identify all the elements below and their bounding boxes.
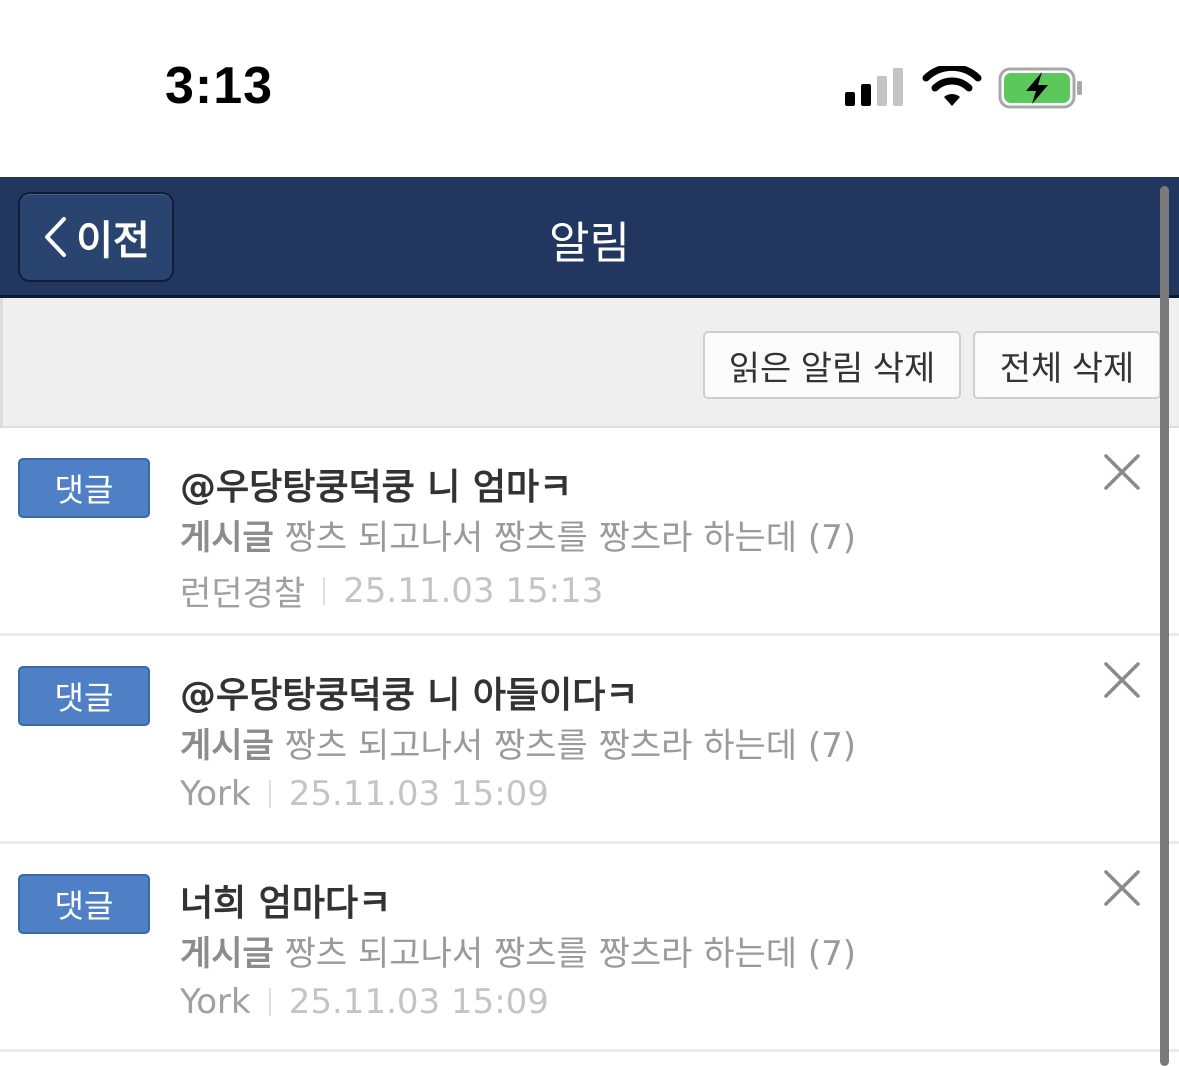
close-icon[interactable] — [1102, 868, 1142, 908]
author: York — [180, 982, 251, 1022]
notification-meta: York 25.11.03 15:09 — [180, 774, 549, 814]
close-icon[interactable] — [1102, 452, 1142, 492]
notification-list: 댓글 @우당탕쿵덕쿵 니 엄마ㅋ 게시글 짱츠 되고나서 짱츠를 짱츠라 하는데… — [0, 428, 1179, 1052]
close-icon[interactable] — [1102, 660, 1142, 700]
notification-item[interactable]: 댓글 @우당탕쿵덕쿵 니 엄마ㅋ 게시글 짱츠 되고나서 짱츠를 짱츠라 하는데… — [0, 428, 1179, 636]
signal-icon — [845, 68, 903, 106]
meta-divider — [323, 576, 326, 605]
action-bar: 읽은 알림 삭제 전체 삭제 — [0, 298, 1179, 428]
notification-title[interactable]: @우당탕쿵덕쿵 니 아들이다ㅋ — [180, 666, 639, 718]
battery-charging-icon — [998, 67, 1082, 109]
delete-read-button[interactable]: 읽은 알림 삭제 — [703, 331, 961, 399]
notification-post[interactable]: 게시글 짱츠 되고나서 짱츠를 짱츠라 하는데 (7) — [180, 510, 856, 559]
author: 런던경찰 — [180, 574, 306, 614]
notification-post[interactable]: 게시글 짱츠 되고나서 짱츠를 짱츠라 하는데 (7) — [180, 718, 856, 767]
type-badge: 댓글 — [18, 666, 150, 726]
post-label: 게시글 — [180, 726, 274, 766]
wifi-icon — [922, 66, 982, 106]
notification-item[interactable]: 댓글 너희 엄마다ㅋ 게시글 짱츠 되고나서 짱츠를 짱츠라 하는데 (7) Y… — [0, 844, 1179, 1052]
meta-divider — [268, 780, 271, 808]
notification-item[interactable]: 댓글 @우당탕쿵덕쿵 니 아들이다ㅋ 게시글 짱츠 되고나서 짱츠를 짱츠라 하… — [0, 636, 1179, 844]
post-title: 짱츠 되고나서 짱츠를 짱츠라 하는데 (7) — [284, 518, 857, 558]
timestamp: 25.11.03 15:09 — [288, 774, 549, 814]
notification-post[interactable]: 게시글 짱츠 되고나서 짱츠를 짱츠라 하는데 (7) — [180, 926, 856, 975]
notification-title[interactable]: @우당탕쿵덕쿵 니 엄마ㅋ — [180, 458, 572, 510]
post-title: 짱츠 되고나서 짱츠를 짱츠라 하는데 (7) — [284, 934, 857, 974]
notification-meta: 런던경찰 25.11.03 15:13 — [180, 566, 603, 615]
delete-all-button[interactable]: 전체 삭제 — [973, 331, 1161, 399]
page-title: 알림 — [549, 218, 630, 269]
status-time: 3:13 — [165, 57, 274, 115]
notification-title[interactable]: 너희 엄마다ㅋ — [180, 874, 391, 926]
post-label: 게시글 — [180, 934, 274, 974]
nav-header: 이전 알림 — [0, 177, 1179, 298]
status-bar: 3:13 — [0, 0, 1179, 177]
timestamp: 25.11.03 15:13 — [343, 570, 604, 611]
author: York — [180, 774, 251, 814]
post-title: 짱츠 되고나서 짱츠를 짱츠라 하는데 (7) — [284, 726, 857, 766]
type-badge: 댓글 — [18, 458, 150, 518]
timestamp: 25.11.03 15:09 — [288, 982, 549, 1022]
scrollbar[interactable] — [1160, 186, 1169, 1066]
meta-divider — [268, 988, 271, 1016]
notification-meta: York 25.11.03 15:09 — [180, 982, 549, 1022]
post-label: 게시글 — [180, 518, 274, 558]
type-badge: 댓글 — [18, 874, 150, 934]
